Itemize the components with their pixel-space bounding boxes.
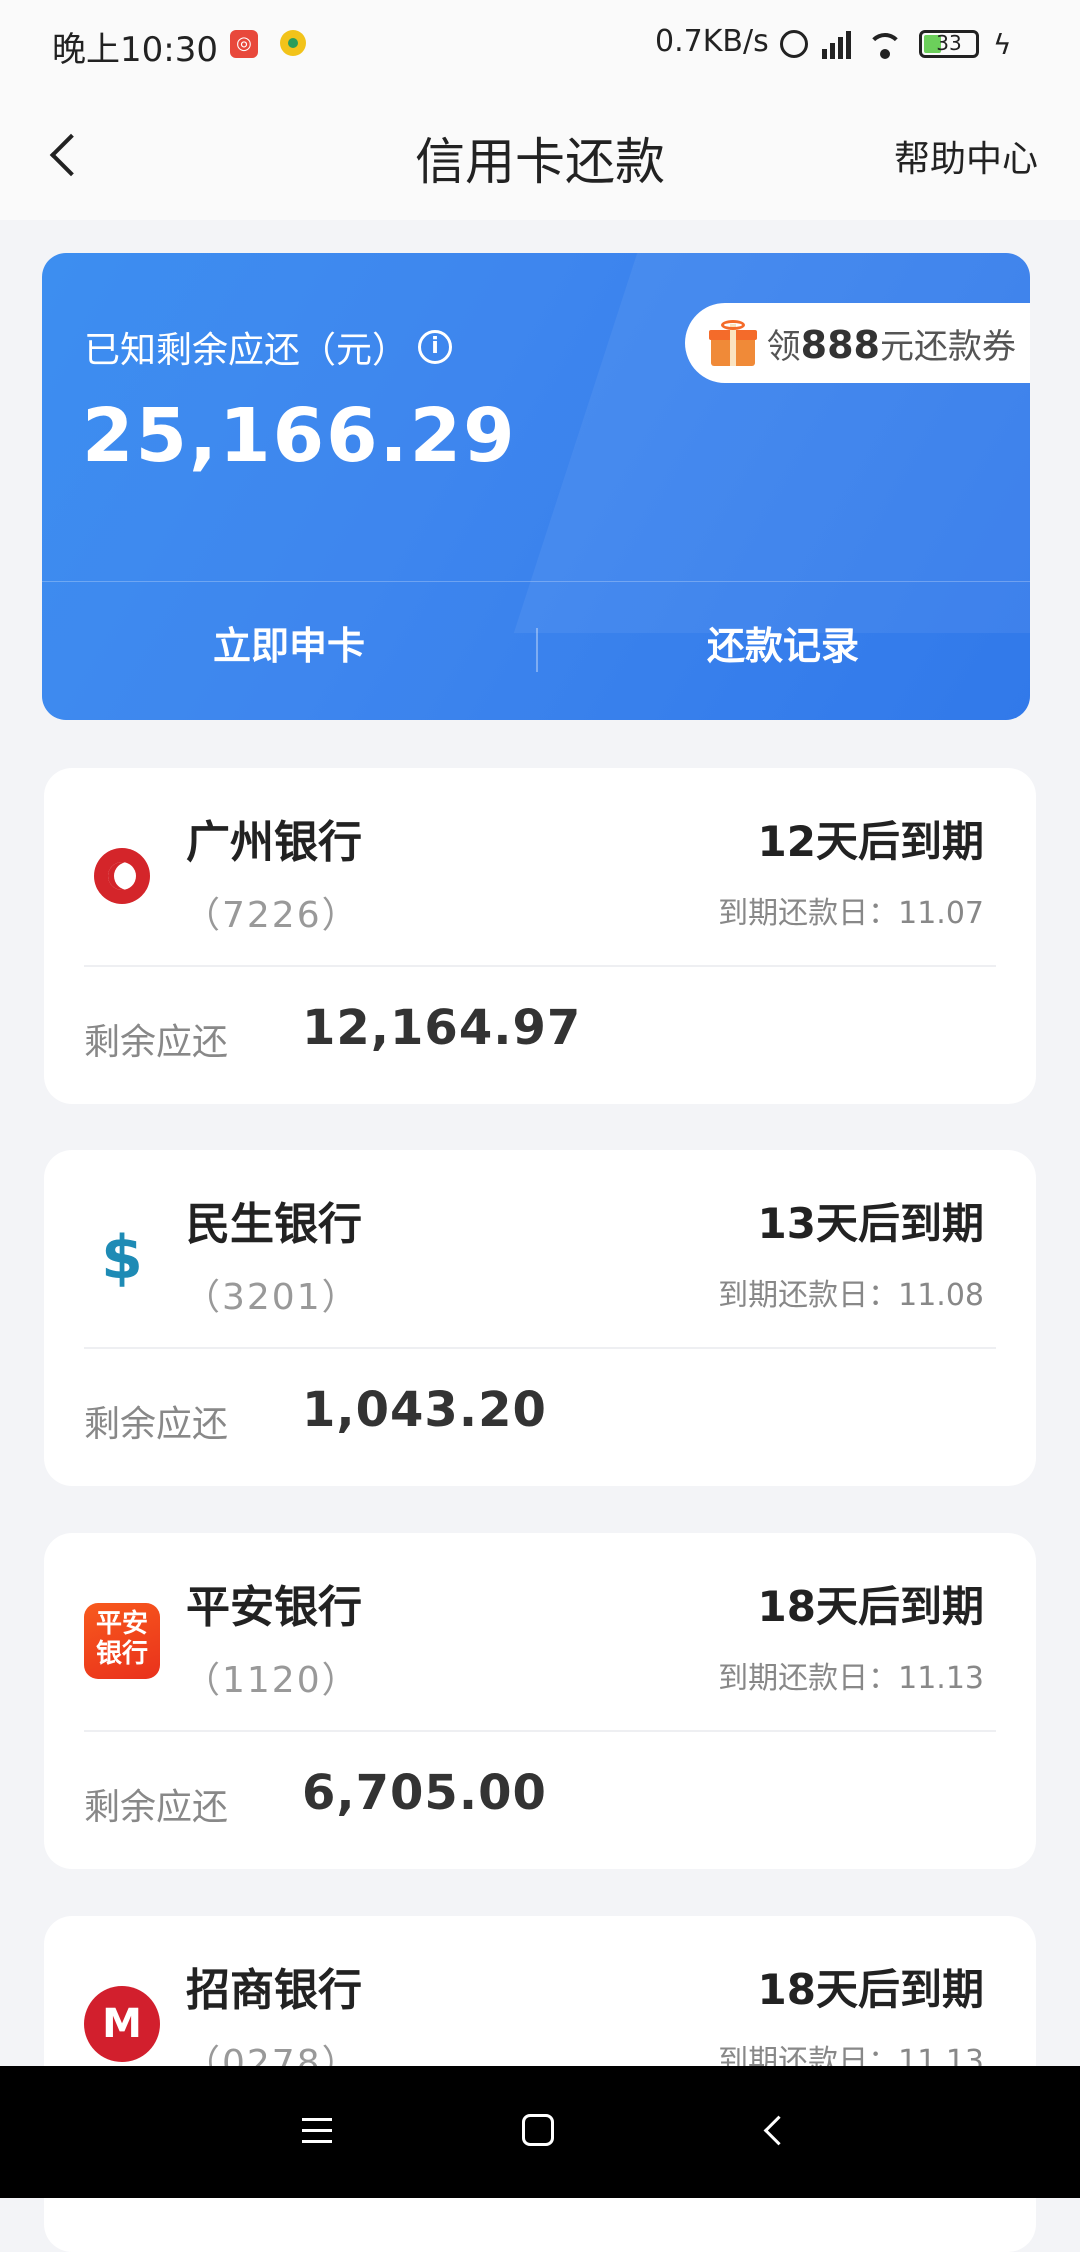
status-time: 晚上10:30 bbox=[52, 30, 218, 70]
bank-name: 平安银行 bbox=[186, 1582, 362, 1633]
bank-card[interactable]: $ 民生银行 （3201） 13天后到期 到期还款日：11.08 剩余应还 1,… bbox=[44, 1150, 1036, 1486]
status-bar: 晚上10:30 ◎ 0.7KB/s 33 ϟ bbox=[0, 0, 1080, 90]
coupon-banner[interactable]: 领888元还款券 bbox=[684, 303, 1030, 383]
bank-name: 招商银行 bbox=[186, 1965, 362, 2016]
battery-icon: 33 bbox=[919, 30, 979, 58]
coupon-text: 领888元还款券 bbox=[766, 322, 1016, 367]
card-tail-number: （7226） bbox=[184, 895, 360, 936]
alarm-icon bbox=[780, 30, 808, 58]
signal-icon bbox=[822, 29, 851, 59]
remain-label: 剩余应还 bbox=[84, 1404, 229, 1445]
wifi-icon bbox=[865, 29, 905, 59]
due-date: 到期还款日：11.08 bbox=[718, 1278, 984, 1313]
due-days: 18天后到期 bbox=[757, 1582, 984, 1631]
due-date: 到期还款日：11.07 bbox=[718, 896, 984, 931]
card-tail-number: （3201） bbox=[184, 1277, 360, 1318]
bank-name: 民生银行 bbox=[186, 1199, 362, 1250]
app-notification-icon bbox=[280, 30, 306, 56]
bank-card[interactable]: 平安 银行 平安银行 （1120） 18天后到期 到期还款日：11.13 剩余应还… bbox=[44, 1533, 1036, 1869]
card-divider bbox=[84, 965, 996, 967]
cmb-bank-logo-icon: M bbox=[84, 1986, 160, 2062]
netease-music-icon: ◎ bbox=[230, 30, 258, 58]
apply-card-button[interactable]: 立即申卡 bbox=[42, 615, 536, 670]
remain-amount: 1,043.20 bbox=[302, 1382, 547, 1438]
summary-amount: 25,166.29 bbox=[82, 393, 517, 479]
summary-divider bbox=[42, 581, 1030, 582]
guangzhou-bank-logo-icon bbox=[84, 838, 160, 914]
bank-name: 广州银行 bbox=[186, 817, 362, 868]
bank-card[interactable]: 广州银行 （7226） 12天后到期 到期还款日：11.07 剩余应还 12,1… bbox=[44, 768, 1036, 1104]
nav-bar: 信用卡还款 帮助中心 bbox=[0, 90, 1080, 220]
menu-icon[interactable] bbox=[302, 2118, 332, 2144]
minsheng-bank-logo-icon: $ bbox=[101, 1223, 143, 1293]
due-date: 到期还款日：11.13 bbox=[718, 1661, 984, 1696]
pingan-bank-logo-icon: 平安 银行 bbox=[84, 1603, 160, 1679]
card-tail-number: （1120） bbox=[184, 1660, 360, 1701]
home-icon[interactable] bbox=[522, 2114, 554, 2146]
help-center-link[interactable]: 帮助中心 bbox=[894, 130, 1038, 182]
network-speed: 0.7KB/s bbox=[655, 24, 769, 59]
system-nav-bar bbox=[0, 2066, 1080, 2198]
battery-level: 33 bbox=[936, 31, 962, 55]
summary-label: 已知剩余应还（元） i bbox=[84, 321, 453, 373]
gift-icon bbox=[708, 320, 757, 366]
due-days: 12天后到期 bbox=[757, 817, 984, 866]
card-divider bbox=[84, 1347, 996, 1349]
remain-amount: 12,164.97 bbox=[302, 1000, 582, 1056]
remain-amount: 6,705.00 bbox=[302, 1765, 547, 1821]
due-days: 18天后到期 bbox=[757, 1965, 984, 2014]
charging-icon: ϟ bbox=[993, 27, 1012, 61]
summary-card: 已知剩余应还（元） i 25,166.29 领888元还款券 立即申卡 还款记录 bbox=[42, 253, 1030, 720]
remain-label: 剩余应还 bbox=[84, 1787, 229, 1828]
status-icons: 33 ϟ bbox=[780, 26, 1011, 62]
back-nav-icon[interactable] bbox=[760, 2116, 786, 2142]
info-icon[interactable]: i bbox=[418, 330, 453, 364]
repay-records-button[interactable]: 还款记录 bbox=[536, 615, 1030, 670]
due-days: 13天后到期 bbox=[757, 1199, 984, 1248]
remain-label: 剩余应还 bbox=[84, 1022, 229, 1063]
summary-label-text: 已知剩余应还（元） bbox=[84, 330, 409, 371]
card-divider bbox=[84, 1730, 996, 1732]
